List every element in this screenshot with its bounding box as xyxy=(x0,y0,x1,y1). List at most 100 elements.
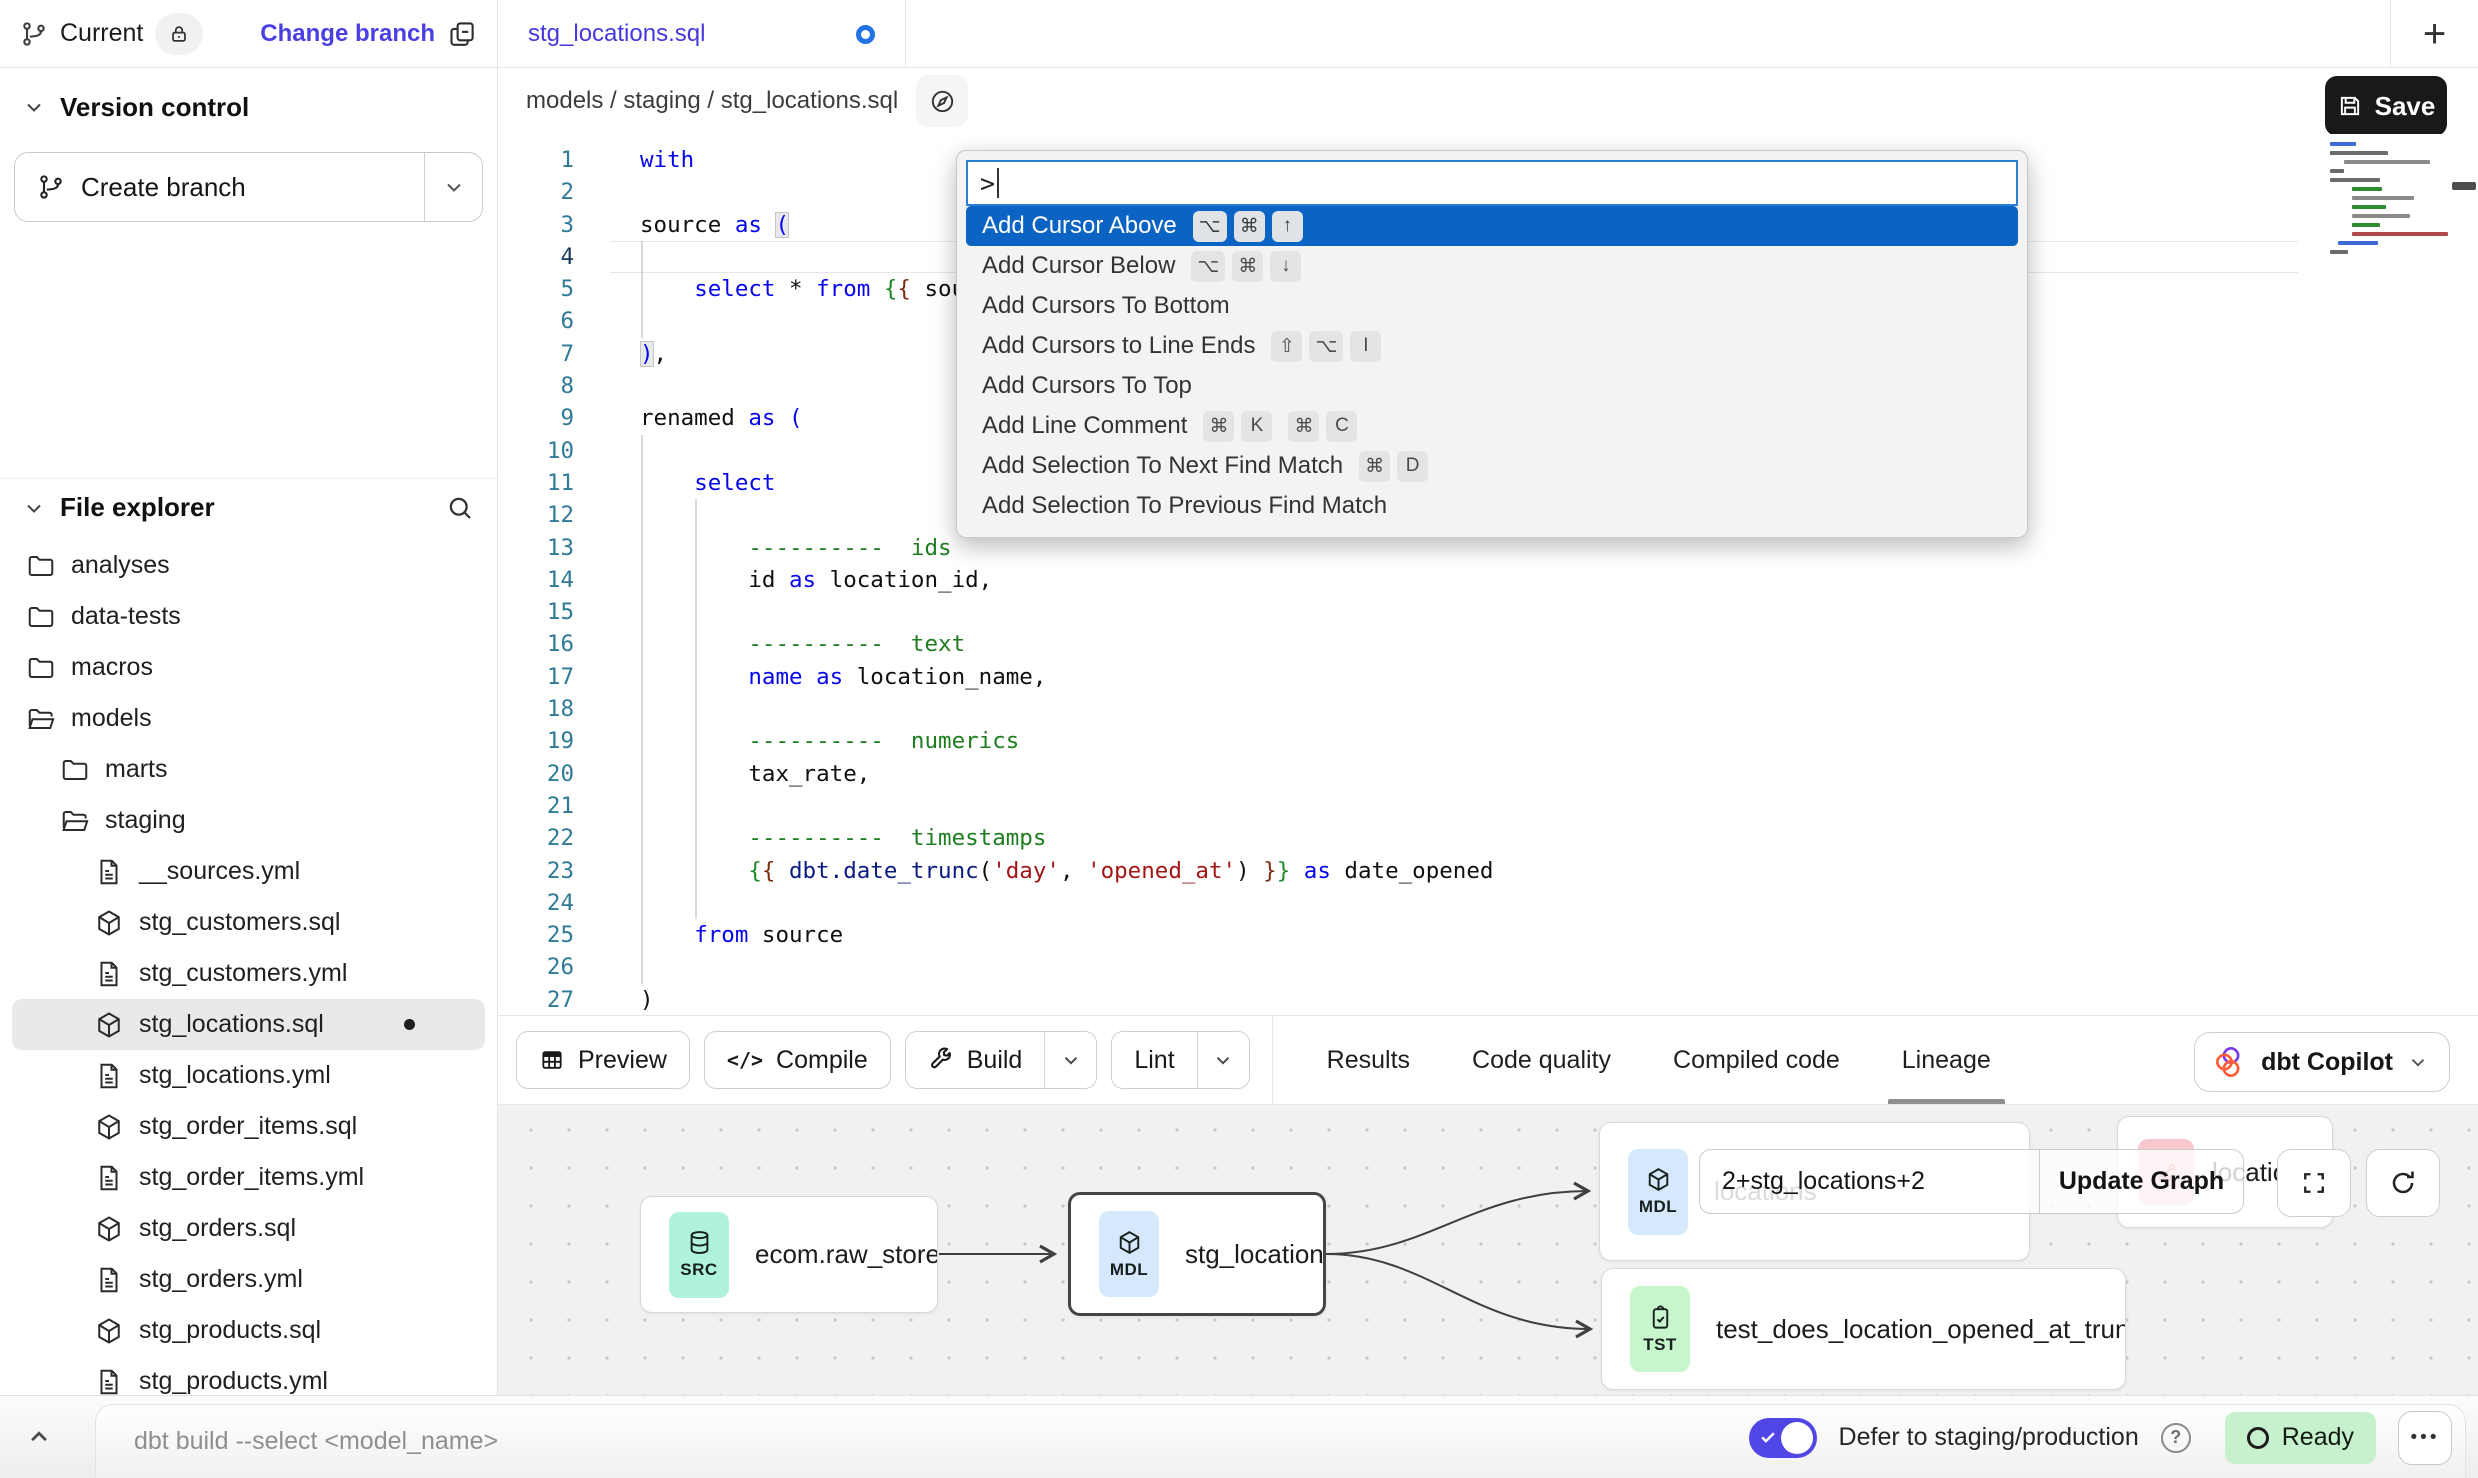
preview-button[interactable]: Preview xyxy=(516,1031,690,1089)
file-item-analyses[interactable]: analyses xyxy=(12,540,485,591)
version-control-title: Version control xyxy=(60,92,249,123)
model-cube-icon xyxy=(1116,1229,1143,1256)
palette-item-add-cursors-to-line-ends[interactable]: Add Cursors to Line Ends ⇧⌥I xyxy=(966,326,2018,366)
file-item-data-tests[interactable]: data-tests xyxy=(12,591,485,642)
status-circle-icon xyxy=(2247,1427,2269,1449)
search-icon[interactable] xyxy=(445,493,475,523)
lineage-selector-value: 2+stg_locations+2 xyxy=(1722,1167,1925,1196)
tab-compiled-code[interactable]: Compiled code xyxy=(1673,1016,1840,1104)
tab-results[interactable]: Results xyxy=(1327,1016,1410,1104)
command-palette: > Add Cursor Above ⌥⌘↑ Add Cursor Below … xyxy=(956,150,2028,538)
file-item-stg-order-items-yml[interactable]: stg_order_items.yml xyxy=(12,1152,485,1203)
lineage-node-test[interactable]: TST test_does_location_opened_at_trunc_t… xyxy=(1601,1268,2126,1390)
lint-button[interactable]: Lint xyxy=(1111,1031,1249,1089)
code-line: 26 xyxy=(498,951,2478,983)
code-line: 23 {{ dbt.date_trunc('day', 'opened_at')… xyxy=(498,855,2478,887)
create-branch-button[interactable]: Create branch xyxy=(14,152,483,222)
palette-item-add-selection-to-previous-find-match[interactable]: Add Selection To Previous Find Match xyxy=(966,486,2018,526)
refresh-button[interactable] xyxy=(2366,1149,2440,1217)
line-number: 11 xyxy=(498,467,610,499)
tab-code-quality[interactable]: Code quality xyxy=(1472,1016,1611,1104)
version-control-section-header[interactable]: Version control xyxy=(0,84,497,130)
action-toolbar: Preview </> Compile Build Lint xyxy=(498,1015,2478,1105)
git-branch-icon xyxy=(20,20,48,48)
line-content: from source xyxy=(610,919,2298,951)
file-item-macros[interactable]: macros xyxy=(12,642,485,693)
update-graph-button[interactable]: Update Graph xyxy=(2039,1150,2243,1213)
chevron-down-icon xyxy=(22,496,46,520)
panel-tabs: Results Code quality Compiled code Linea… xyxy=(1327,1016,1991,1104)
palette-item-add-cursors-to-bottom[interactable]: Add Cursors To Bottom xyxy=(966,286,2018,326)
key-badge: ⌘ xyxy=(1232,251,1263,282)
line-number: 17 xyxy=(498,661,610,693)
line-number: 3 xyxy=(498,209,610,241)
file-item-models[interactable]: models xyxy=(12,693,485,744)
line-content xyxy=(610,693,2298,725)
create-branch-dropdown[interactable] xyxy=(424,153,482,221)
lineage-selector-input[interactable]: 2+stg_locations+2 xyxy=(1700,1150,2039,1213)
line-number: 18 xyxy=(498,693,610,725)
file-navigate-button[interactable] xyxy=(916,75,968,127)
file-icon xyxy=(94,959,124,989)
file-item-stg-products-sql[interactable]: stg_products.sql xyxy=(12,1305,485,1356)
palette-item-add-cursor-above[interactable]: Add Cursor Above ⌥⌘↑ xyxy=(966,206,2018,246)
line-number: 26 xyxy=(498,951,610,983)
file-item-marts[interactable]: marts xyxy=(12,744,485,795)
lint-dropdown[interactable] xyxy=(1197,1032,1249,1088)
file-item-stg-customers-sql[interactable]: stg_customers.sql xyxy=(12,897,485,948)
copy-icon[interactable] xyxy=(447,19,477,49)
line-content: tax_rate, xyxy=(610,758,2298,790)
file-icon xyxy=(94,857,124,887)
fullscreen-button[interactable] xyxy=(2277,1149,2351,1217)
file-item-stg-customers-yml[interactable]: stg_customers.yml xyxy=(12,948,485,999)
lineage-node-stg-locations[interactable]: MDL stg_locations xyxy=(1068,1192,1326,1316)
palette-item-add-line-comment[interactable]: Add Line Comment ⌘K⌘C xyxy=(966,406,2018,446)
key-badge: ⌘ xyxy=(1203,411,1234,442)
tab-lineage[interactable]: Lineage xyxy=(1902,1016,1991,1104)
chevron-up-icon[interactable] xyxy=(24,1422,54,1452)
tab-stg-locations-sql[interactable]: stg_locations.sql xyxy=(498,0,906,68)
overflow-menu-button[interactable]: ••• xyxy=(2398,1411,2452,1465)
file-item-sources-yml[interactable]: __sources.yml xyxy=(12,846,485,897)
line-content: ---------- text xyxy=(610,628,2298,660)
minimap[interactable] xyxy=(2330,142,2458,492)
palette-item-add-cursor-below[interactable]: Add Cursor Below ⌥⌘↓ xyxy=(966,246,2018,286)
git-branch-icon xyxy=(37,173,65,201)
new-tab-button[interactable]: + xyxy=(2390,0,2478,68)
node-badge: MDL xyxy=(1110,1260,1148,1280)
lineage-selector-bar: 2+stg_locations+2 Update Graph xyxy=(1699,1149,2244,1214)
build-button[interactable]: Build xyxy=(905,1031,1098,1089)
lineage-panel[interactable]: SRC ecom.raw_stores MDL stg_locations MD… xyxy=(498,1105,2478,1395)
text-cursor xyxy=(997,168,999,198)
code-line: 22 ---------- timestamps xyxy=(498,822,2478,854)
save-button[interactable]: Save xyxy=(2325,76,2447,136)
defer-toggle[interactable] xyxy=(1749,1418,1817,1458)
file-item-stg-locations-yml[interactable]: stg_locations.yml xyxy=(12,1050,485,1101)
dbt-copilot-button[interactable]: dbt Copilot xyxy=(2194,1032,2450,1092)
ready-status-badge[interactable]: Ready xyxy=(2225,1412,2376,1464)
node-label: test_does_location_opened_at_trunc_t... xyxy=(1716,1314,2126,1345)
command-palette-input[interactable]: > xyxy=(966,160,2018,206)
file-item-stg-products-yml[interactable]: stg_products.yml xyxy=(12,1356,485,1395)
palette-item-add-cursors-to-top[interactable]: Add Cursors To Top xyxy=(966,366,2018,406)
file-item-stg-orders-sql[interactable]: stg_orders.sql xyxy=(12,1203,485,1254)
build-dropdown[interactable] xyxy=(1044,1032,1096,1088)
file-item-stg-locations-sql[interactable]: stg_locations.sql xyxy=(12,999,485,1050)
palette-item-add-selection-to-next-find-match[interactable]: Add Selection To Next Find Match ⌘D xyxy=(966,446,2018,486)
file-explorer-section-header[interactable]: File explorer xyxy=(0,478,497,536)
code-line: 14 id as location_id, xyxy=(498,564,2478,596)
file-item-staging[interactable]: staging xyxy=(12,795,485,846)
help-icon[interactable]: ? xyxy=(2161,1423,2191,1453)
line-content: {{ dbt.date_trunc('day', 'opened_at') }}… xyxy=(610,855,2298,887)
branch-lock-badge xyxy=(155,13,203,55)
file-icon xyxy=(94,1061,124,1091)
lineage-node-source[interactable]: SRC ecom.raw_stores xyxy=(640,1196,938,1313)
line-number: 15 xyxy=(498,596,610,628)
file-item-stg-order-items-sql[interactable]: stg_order_items.sql xyxy=(12,1101,485,1152)
file-item-stg-orders-yml[interactable]: stg_orders.yml xyxy=(12,1254,485,1305)
code-line: 20 tax_rate, xyxy=(498,758,2478,790)
change-branch-link[interactable]: Change branch xyxy=(260,20,435,48)
compile-button[interactable]: </> Compile xyxy=(704,1031,891,1089)
minimap-slider[interactable] xyxy=(2452,182,2476,190)
copilot-label: dbt Copilot xyxy=(2261,1048,2393,1077)
